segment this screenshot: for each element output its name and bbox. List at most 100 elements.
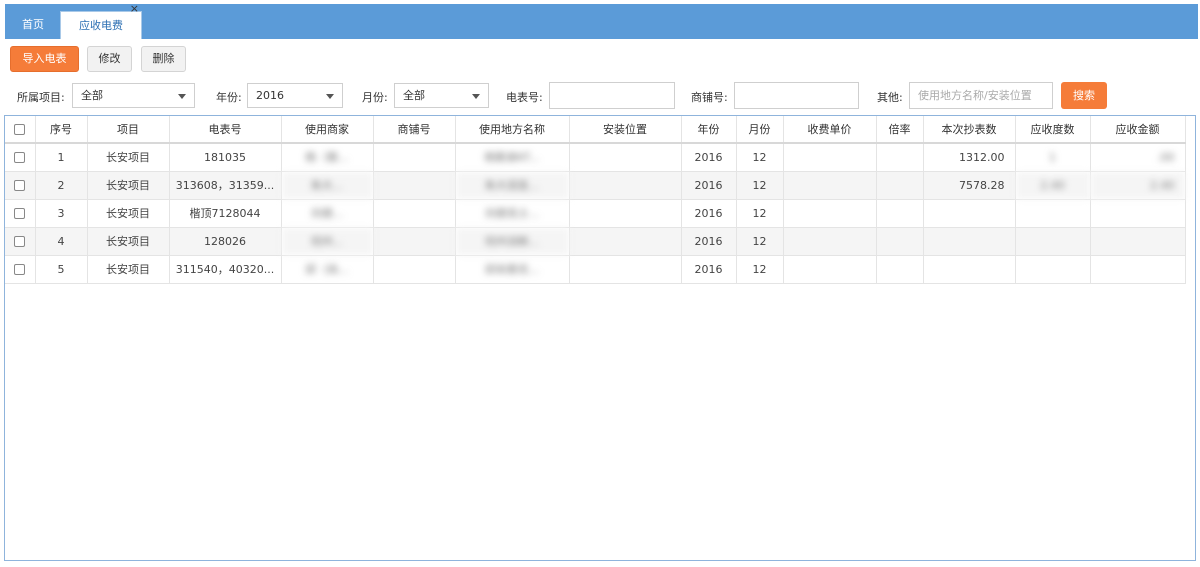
cell-shop <box>373 199 456 228</box>
checkbox-icon[interactable] <box>14 264 26 275</box>
cell-merchant: 朱大... <box>281 171 374 200</box>
year-label: 年份: <box>216 91 242 104</box>
project-select[interactable]: 全部 <box>72 83 195 108</box>
close-icon[interactable]: × <box>130 3 139 15</box>
checkbox-icon[interactable] <box>14 152 26 164</box>
cell-meter: 楷顶7128044 <box>169 199 282 228</box>
cell-rate <box>876 255 924 284</box>
shop-input[interactable] <box>734 82 859 109</box>
cell-month: 12 <box>736 143 784 172</box>
cell-project: 长安项目 <box>87 227 170 256</box>
cell-reading: 7578.28 <box>923 171 1016 200</box>
row-checkbox[interactable] <box>5 227 36 256</box>
header-degrees[interactable]: 应收度数 <box>1015 116 1091 144</box>
cell-amount: .00 <box>1090 143 1186 172</box>
table-row[interactable]: 3 长安项目 楷顶7128044 刘德... 刘德克士... 2016 12 <box>5 199 1186 228</box>
cell-year: 2016 <box>681 171 737 200</box>
header-year[interactable]: 年份 <box>681 116 737 144</box>
cell-location <box>569 171 682 200</box>
row-checkbox[interactable] <box>5 143 36 172</box>
cell-shop <box>373 255 456 284</box>
cell-rate <box>876 171 924 200</box>
row-checkbox[interactable] <box>5 255 36 284</box>
cell-degrees <box>1015 227 1091 256</box>
edit-button[interactable]: 修改 <box>87 46 132 72</box>
header-no[interactable]: 序号 <box>35 116 88 144</box>
project-label: 所属项目: <box>17 91 65 104</box>
cell-degrees: 1 <box>1015 143 1091 172</box>
cell-month: 12 <box>736 255 784 284</box>
cell-place: 邱尚客优... <box>455 255 570 284</box>
cell-amount <box>1090 199 1186 228</box>
cell-merchant: 何州... <box>281 227 374 256</box>
cell-rate <box>876 227 924 256</box>
cell-rate <box>876 199 924 228</box>
row-checkbox[interactable] <box>5 199 36 228</box>
table-row[interactable]: 4 长安项目 128026 何州... 何州派斡... 2016 12 <box>5 227 1186 256</box>
year-select[interactable]: 2016 <box>247 83 343 108</box>
table-row[interactable]: 2 长安项目 313608，31359... 朱大... 朱大润发... 201… <box>5 171 1186 200</box>
cell-shop <box>373 227 456 256</box>
header-place[interactable]: 使用地方名称 <box>455 116 570 144</box>
cell-merchant: 杨（歌... <box>281 143 374 172</box>
cell-place: 刘德克士... <box>455 199 570 228</box>
header-rate[interactable]: 倍率 <box>876 116 924 144</box>
cell-no: 4 <box>35 227 88 256</box>
tab-label: 应收电费 <box>79 19 123 32</box>
cell-price <box>783 255 877 284</box>
checkbox-icon[interactable] <box>14 236 26 247</box>
cell-year: 2016 <box>681 143 737 172</box>
header-project[interactable]: 项目 <box>87 116 170 144</box>
delete-button[interactable]: 删除 <box>141 46 186 72</box>
header-location[interactable]: 安装位置 <box>569 116 682 144</box>
table-header-row: 序号 项目 电表号 使用商家 商铺号 使用地方名称 安装位置 年份 月份 收费单… <box>5 116 1186 144</box>
cell-price <box>783 227 877 256</box>
month-select[interactable]: 全部 <box>394 83 489 108</box>
chevron-down-icon <box>472 94 480 99</box>
cell-shop <box>373 171 456 200</box>
cell-project: 长安项目 <box>87 255 170 284</box>
meter-input[interactable] <box>549 82 675 109</box>
tab-home[interactable]: 首页 <box>11 11 55 39</box>
cell-amount: 2.40 <box>1090 171 1186 200</box>
header-month[interactable]: 月份 <box>736 116 784 144</box>
import-meter-button[interactable]: 导入电表 <box>10 46 79 72</box>
month-label: 月份: <box>362 91 388 104</box>
cell-meter: 181035 <box>169 143 282 172</box>
table-row[interactable]: 5 长安项目 311540，40320... 邱（尚... 邱尚客优... 20… <box>5 255 1186 284</box>
chevron-down-icon <box>178 94 186 99</box>
cell-project: 长安项目 <box>87 199 170 228</box>
search-button[interactable]: 搜索 <box>1061 82 1107 109</box>
cell-price <box>783 143 877 172</box>
header-merchant[interactable]: 使用商家 <box>281 116 374 144</box>
checkbox-icon[interactable] <box>14 208 26 219</box>
other-input[interactable] <box>909 82 1053 109</box>
header-shop[interactable]: 商铺号 <box>373 116 456 144</box>
header-meter[interactable]: 电表号 <box>169 116 282 144</box>
cell-meter: 311540，40320... <box>169 255 282 284</box>
cell-degrees: 2.40 <box>1015 171 1091 200</box>
header-reading[interactable]: 本次抄表数 <box>923 116 1016 144</box>
cell-no: 5 <box>35 255 88 284</box>
cell-merchant: 刘德... <box>281 199 374 228</box>
checkbox-icon[interactable] <box>14 124 26 135</box>
tab-bar: 首页 应收电费 × <box>5 3 1198 39</box>
filter-bar: 所属项目: 全部 年份: 2016 月份: 全部 电表号: 商铺号: 其他: 搜… <box>0 82 1200 110</box>
cell-place: 杨歌弟KT... <box>455 143 570 172</box>
cell-month: 12 <box>736 227 784 256</box>
cell-reading: 1312.00 <box>923 143 1016 172</box>
month-value: 全部 <box>403 89 425 102</box>
checkbox-icon[interactable] <box>14 180 26 191</box>
row-checkbox[interactable] <box>5 171 36 200</box>
header-price[interactable]: 收费单价 <box>783 116 877 144</box>
cell-shop <box>373 143 456 172</box>
cell-month: 12 <box>736 199 784 228</box>
header-amount[interactable]: 应收金额 <box>1090 116 1186 144</box>
cell-no: 3 <box>35 199 88 228</box>
cell-year: 2016 <box>681 255 737 284</box>
table-row[interactable]: 1 长安项目 181035 杨（歌... 杨歌弟KT... 2016 12 13… <box>5 143 1186 172</box>
cell-amount <box>1090 255 1186 284</box>
cell-reading <box>923 255 1016 284</box>
tab-receivable-electricity[interactable]: 应收电费 × <box>60 3 142 39</box>
select-all-checkbox[interactable] <box>5 116 36 144</box>
